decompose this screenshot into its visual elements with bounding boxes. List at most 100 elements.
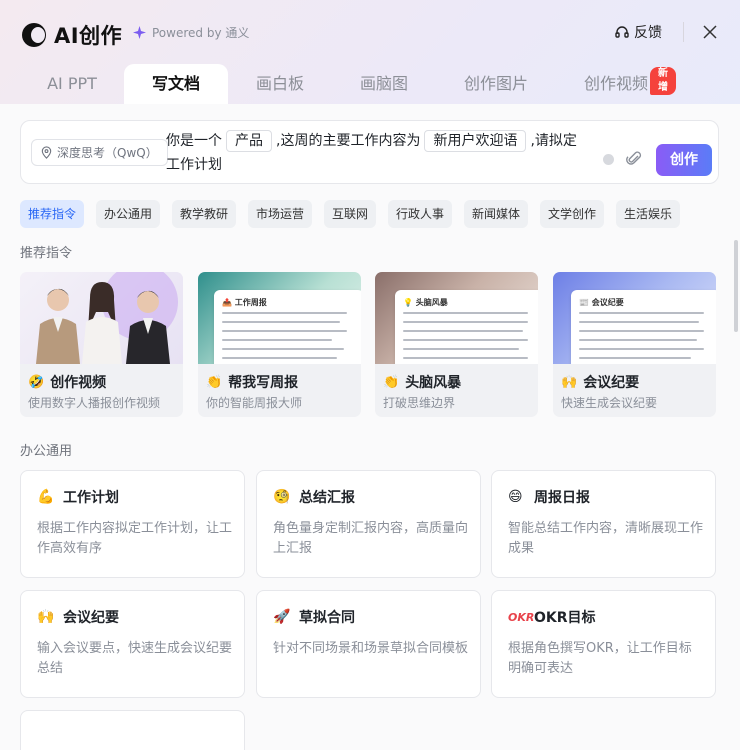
featured-title-text: 创作视频 — [50, 375, 107, 391]
tab-mindmap[interactable]: 画脑图 — [332, 64, 436, 104]
filter-admin-hr[interactable]: 行政人事 — [388, 200, 452, 228]
section-recommended-title: 推荐指令 — [20, 246, 73, 261]
doc-line — [403, 330, 523, 332]
doc-line — [403, 357, 528, 359]
tongyi-icon — [133, 26, 146, 39]
card-description: 针对不同场景和场景草拟合同模板 — [273, 641, 469, 656]
card-description: 输入会议要点，快速生成会议纪要总结 — [37, 641, 233, 676]
card-work-plan[interactable]: 💪 工作计划 根据工作内容拟定工作计划，让工作高效有序 — [20, 470, 245, 578]
filter-internet[interactable]: 互联网 — [324, 200, 376, 228]
doc-line — [579, 339, 697, 341]
featured-card-title: 🙌 会议纪要 — [561, 372, 639, 392]
card-title: 🚀 草拟合同 — [273, 607, 355, 627]
digital-humans-image — [36, 272, 178, 364]
doc-line — [222, 312, 347, 314]
close-icon[interactable] — [700, 22, 720, 42]
header: AI创作 Powered by 通义 反馈 — [0, 0, 740, 64]
tab-label: 写文档 — [151, 74, 200, 93]
prompt-template-line2[interactable]: 工作计划 — [166, 153, 222, 177]
featured-card-video[interactable]: 🤣 创作视频 使用数字人播报创作视频 — [20, 272, 183, 417]
card-title-text: 工作计划 — [63, 490, 119, 506]
card-title: 😄 周报日报 — [508, 487, 590, 507]
card-partial[interactable] — [20, 710, 245, 750]
card-title: 💪 工作计划 — [37, 487, 119, 507]
featured-card-meeting-notes[interactable]: 📰 会议纪要 🙌 会议纪要 快速生成会议纪要 — [553, 272, 716, 417]
doc-line — [403, 339, 528, 341]
card-description: 智能总结工作内容，清晰展现工作成果 — [508, 521, 704, 556]
card-okr-goals[interactable]: OKR OKR目标 根据角色撰写OKR，让工作目标明确可表达 — [491, 590, 716, 698]
new-badge: 新增 — [650, 67, 676, 95]
model-label: 深度思考（QwQ） — [57, 146, 158, 160]
section-office-title: 办公通用 — [20, 444, 73, 459]
featured-title-text: 帮我写周报 — [228, 375, 299, 391]
role-slot-input[interactable]: 产品 — [226, 130, 272, 152]
filter-office[interactable]: 办公通用 — [96, 200, 160, 228]
featured-card-subtitle: 使用数字人播报创作视频 — [28, 396, 161, 410]
doc-preview: 📤 工作周报 — [214, 290, 361, 364]
tab-write-doc[interactable]: 写文档 — [124, 64, 228, 104]
app-logo: AI创作 — [22, 20, 122, 50]
tab-create-image[interactable]: 创作图片 — [436, 64, 556, 104]
prompt-suffix: ,请拟定 — [530, 133, 577, 149]
attachment-icon[interactable] — [626, 149, 642, 167]
feedback-button[interactable]: 反馈 — [614, 22, 662, 42]
logo-icon — [22, 23, 46, 47]
filter-literature[interactable]: 文学创作 — [540, 200, 604, 228]
card-summary-report[interactable]: 🧐 总结汇报 角色量身定制汇报内容，高质量向上汇报 — [256, 470, 481, 578]
prompt-prefix: 你是一个 — [166, 133, 222, 149]
card-title-text: 周报日报 — [534, 490, 590, 506]
tab-label: AI PPT — [47, 74, 97, 93]
filter-teaching[interactable]: 教学教研 — [172, 200, 236, 228]
tab-ai-ppt[interactable]: AI PPT — [20, 64, 124, 104]
smile-emoji-icon: 😄 — [508, 489, 523, 505]
model-selector[interactable]: 深度思考（QwQ） — [31, 139, 168, 166]
doc-line — [403, 321, 528, 323]
prompt-template-line1[interactable]: 你是一个 产品 ,这周的主要工作内容为 新用户欢迎语 ,请拟定 — [166, 129, 577, 153]
tab-label: 画脑图 — [359, 74, 408, 93]
mode-tabs: AI PPT 写文档 画白板 画脑图 创作图片 创作视频 新增 — [20, 64, 740, 104]
doc-line — [579, 330, 704, 332]
doc-line — [579, 348, 704, 350]
prompt-middle: ,这周的主要工作内容为 — [276, 133, 421, 149]
featured-card-weekly-report[interactable]: 📤 工作周报 👏 帮我写周报 你的智能周报大师 — [198, 272, 361, 417]
filter-marketing[interactable]: 市场运营 — [248, 200, 312, 228]
clear-icon[interactable] — [603, 154, 614, 165]
card-weekly-daily-report[interactable]: 😄 周报日报 智能总结工作内容，清晰展现工作成果 — [491, 470, 716, 578]
content-slot-input[interactable]: 新用户欢迎语 — [424, 130, 527, 152]
doc-preview-title: 📤 工作周报 — [222, 298, 267, 307]
card-meeting-notes[interactable]: 🙌 会议纪要 输入会议要点，快速生成会议纪要总结 — [20, 590, 245, 698]
card-title-text: 草拟合同 — [299, 610, 355, 626]
scrollbar-thumb[interactable] — [734, 240, 738, 332]
filter-recommended[interactable]: 推荐指令 — [20, 200, 84, 228]
doc-preview-title: 💡 头脑风暴 — [403, 298, 448, 307]
doc-line — [222, 357, 337, 359]
filter-lifestyle[interactable]: 生活娱乐 — [616, 200, 680, 228]
tab-create-video[interactable]: 创作视频 新增 — [556, 64, 676, 104]
create-button[interactable]: 创作 — [656, 144, 712, 176]
featured-card-title: 👏 头脑风暴 — [383, 372, 461, 392]
doc-line — [579, 321, 699, 323]
powered-by-text: Powered by 通义 — [152, 26, 250, 40]
card-title: OKR OKR目标 — [508, 607, 596, 627]
doc-line — [403, 348, 519, 350]
okr-logo-icon: OKR — [508, 610, 535, 624]
doc-line — [222, 330, 347, 332]
doc-line — [403, 312, 528, 314]
content-panel: 深度思考（QwQ） 你是一个 产品 ,这周的主要工作内容为 新用户欢迎语 ,请拟定 工作… — [0, 104, 740, 750]
card-draft-contract[interactable]: 🚀 草拟合同 针对不同场景和场景草拟合同模板 — [256, 590, 481, 698]
doc-preview: 📰 会议纪要 — [571, 290, 716, 364]
doc-preview-title: 📰 会议纪要 — [579, 298, 624, 307]
doc-line — [222, 339, 332, 341]
featured-card-brainstorm[interactable]: 💡 头脑风暴 👏 头脑风暴 打破思维边界 — [375, 272, 538, 417]
card-description: 角色量身定制汇报内容，高质量向上汇报 — [273, 521, 469, 556]
featured-title-text: 头脑风暴 — [405, 375, 462, 391]
raised-hands-emoji-icon: 🙌 — [561, 374, 578, 390]
tab-label: 创作图片 — [463, 74, 528, 93]
monocle-face-emoji-icon: 🧐 — [273, 489, 291, 505]
tab-whiteboard[interactable]: 画白板 — [228, 64, 332, 104]
filter-news-media[interactable]: 新闻媒体 — [464, 200, 528, 228]
featured-card-subtitle: 你的智能周报大师 — [206, 396, 303, 410]
prompt-input-card[interactable]: 深度思考（QwQ） 你是一个 产品 ,这周的主要工作内容为 新用户欢迎语 ,请拟定 工作… — [20, 120, 719, 184]
header-divider — [683, 22, 684, 42]
ai-creation-window: AI创作 Powered by 通义 反馈 AI PPT 写文档 画白板 画脑图… — [0, 0, 740, 750]
